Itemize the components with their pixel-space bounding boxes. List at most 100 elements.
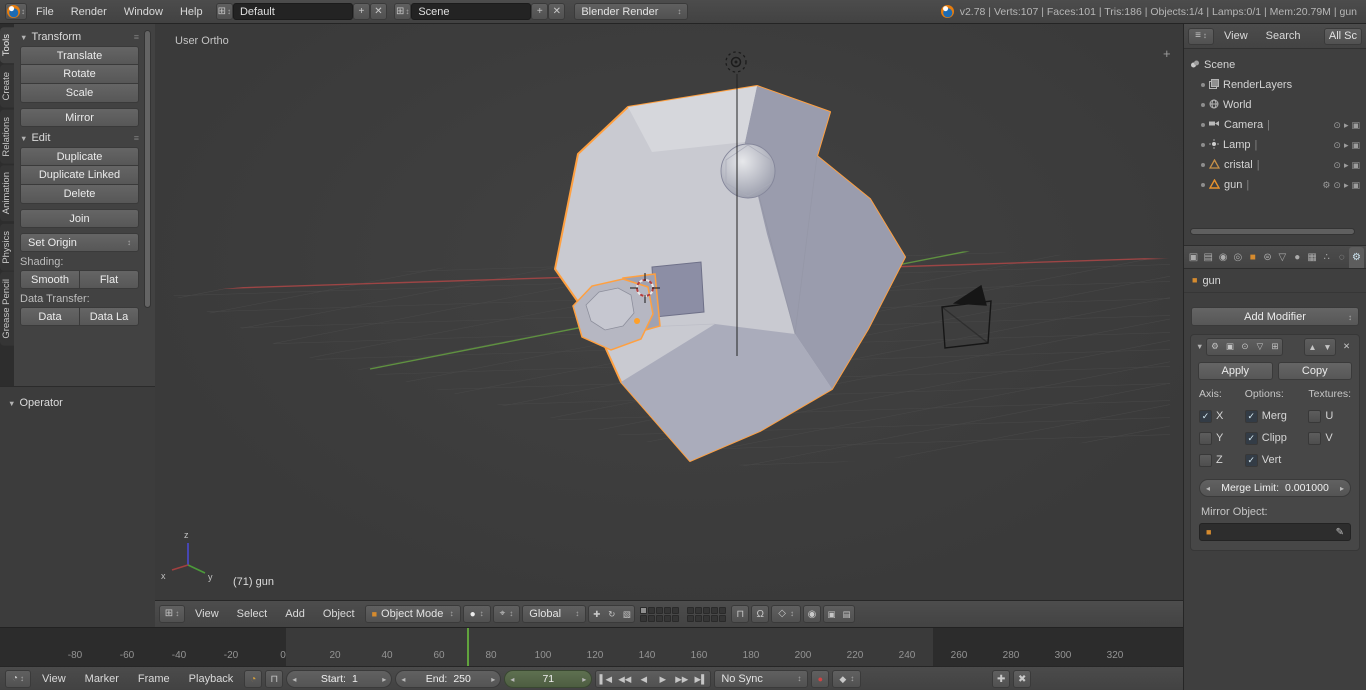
texture-u-option[interactable]: U (1308, 405, 1351, 427)
data-layout-button[interactable]: Data La (80, 307, 139, 326)
selectable-icon[interactable]: ▸ (1344, 160, 1349, 171)
editor-type-button-3dview[interactable]: ⊞ ↕ (159, 605, 185, 623)
checkbox-clipping[interactable]: ✓ (1245, 432, 1258, 445)
frame-end-field[interactable]: ◂ End: 250 ▸ (395, 670, 501, 688)
play-reverse-button[interactable]: ◀ (634, 671, 653, 687)
menu-select[interactable]: Select (229, 606, 276, 622)
delete-scene-button[interactable]: ✕ (548, 3, 565, 20)
layer-cell[interactable] (703, 615, 710, 622)
layer-cell[interactable] (648, 615, 655, 622)
outliner-scrollbar[interactable] (1190, 228, 1355, 235)
layer-cell[interactable] (719, 607, 726, 614)
lock-to-scene-button[interactable]: ⊓ (731, 605, 749, 623)
layer-cell[interactable] (664, 615, 671, 622)
layer-cell[interactable] (656, 615, 663, 622)
tab-particles[interactable]: ∴ (1319, 247, 1334, 268)
outliner-item-camera[interactable]: Camera | ⊙ ▸ ▣ (1184, 115, 1366, 135)
editor-type-button-timeline[interactable]: ◔ ↕ (5, 670, 31, 688)
shelf-tab-relations[interactable]: Relations (0, 110, 14, 164)
increment-icon[interactable]: ▸ (491, 675, 495, 684)
axis-z-option[interactable]: Z (1199, 449, 1245, 471)
timeline-ruler[interactable]: -80-60-40-200204060801001201401601802002… (0, 648, 1183, 666)
shelf-tab-create[interactable]: Create (0, 65, 14, 108)
outliner-menu-search[interactable]: Search (1258, 28, 1309, 44)
browse-layouts-button[interactable]: ⊞ ↕ (216, 3, 233, 20)
data-button[interactable]: Data (20, 307, 80, 326)
layer-cell[interactable] (711, 615, 718, 622)
copy-button[interactable]: Copy (1278, 362, 1353, 380)
modifier-render-toggle[interactable]: ▣ (1222, 339, 1237, 355)
lock-time-button[interactable]: ⊓ (265, 670, 283, 688)
renderable-icon[interactable]: ▣ (1351, 180, 1360, 191)
pivot-center-select[interactable]: ⌖ ↕ (493, 605, 521, 623)
selectable-icon[interactable]: ▸ (1344, 180, 1349, 191)
timeline-menu-view[interactable]: View (34, 671, 74, 687)
translate-button[interactable]: Translate (20, 46, 139, 65)
insert-keyframe-button[interactable]: ✚ (992, 670, 1010, 688)
renderable-icon[interactable]: ▣ (1351, 120, 1360, 131)
frame-start-field[interactable]: ◂ Start: 1 ▸ (286, 670, 392, 688)
increment-icon[interactable]: ▸ (582, 675, 586, 684)
layer-cell[interactable] (672, 607, 679, 614)
layer-cell[interactable] (648, 607, 655, 614)
expand-region-plus-icon[interactable]: + (1163, 46, 1171, 61)
layer-cell[interactable] (672, 615, 679, 622)
merge-limit-field[interactable]: ◂ Merge Limit: 0.001000 ▸ (1199, 479, 1351, 497)
sync-mode-select[interactable]: No Sync ↕ (714, 670, 808, 688)
breadcrumb-object-name[interactable]: gun (1202, 275, 1220, 287)
tab-world[interactable]: ◎ (1230, 247, 1245, 268)
browse-scenes-button[interactable]: ⊞ ↕ (394, 3, 411, 20)
scene-name-field[interactable]: Scene (411, 3, 531, 20)
opengl-render-still-button[interactable]: ▣ (824, 606, 839, 622)
translate-manipulator-button[interactable]: ✚ (589, 606, 604, 622)
renderable-icon[interactable]: ▣ (1351, 140, 1360, 151)
layer-cell[interactable] (695, 615, 702, 622)
current-frame-field[interactable]: ◂ 71 ▸ (504, 670, 592, 688)
shelf-tab-grease-pencil[interactable]: Grease Pencil (0, 272, 14, 346)
shelf-tab-tools[interactable]: Tools (0, 27, 14, 63)
snap-toggle-button[interactable]: Ω (751, 605, 769, 623)
layer-cell[interactable] (640, 615, 647, 622)
move-down-button[interactable]: ▼ (1320, 339, 1335, 355)
viewport-canvas[interactable]: z y x (155, 24, 1183, 600)
shelf-tab-physics[interactable]: Physics (0, 224, 14, 271)
outliner-item-renderlayers[interactable]: RenderLayers (1184, 75, 1366, 95)
proportional-edit-button[interactable]: ◉ (803, 605, 821, 623)
tab-constraints[interactable]: ⊜ (1260, 247, 1275, 268)
next-keyframe-button[interactable]: ▶▶ (672, 671, 691, 687)
modifier-cage-toggle[interactable]: ⊞ (1267, 339, 1282, 355)
layer-cell[interactable] (687, 615, 694, 622)
menu-file[interactable]: File (28, 4, 62, 20)
menu-render[interactable]: Render (63, 4, 115, 20)
rotate-manipulator-button[interactable]: ↻ (604, 606, 619, 622)
shelf-scrollbar[interactable] (144, 30, 151, 308)
duplicate-button[interactable]: Duplicate (20, 147, 139, 166)
outliner-item-lamp[interactable]: Lamp | ⊙ ▸ ▣ (1184, 135, 1366, 155)
layout-name-field[interactable]: Default (233, 3, 353, 20)
axis-x-option[interactable]: ✓ X (1199, 405, 1245, 427)
scale-button[interactable]: Scale (20, 84, 139, 103)
render-engine-select[interactable]: Blender Render ↕ (574, 3, 688, 20)
tab-texture[interactable]: ▦ (1305, 247, 1320, 268)
layer-cell[interactable] (656, 607, 663, 614)
layer-cell[interactable] (687, 607, 694, 614)
mode-select[interactable]: ■ Object Mode ↕ (365, 605, 461, 623)
flat-button[interactable]: Flat (80, 270, 139, 289)
menu-help[interactable]: Help (172, 4, 211, 20)
timeline-editor[interactable]: -80-60-40-200204060801001201401601802002… (0, 627, 1183, 690)
checkbox-v[interactable] (1308, 432, 1321, 445)
merge-option[interactable]: ✓ Merg (1245, 405, 1309, 427)
viewport-shading-select[interactable]: ● ↕ (463, 605, 491, 623)
drag-handle-icon[interactable]: ≡ (134, 32, 139, 42)
editor-type-button-info[interactable]: ↕ (5, 3, 27, 20)
timeline-menu-marker[interactable]: Marker (77, 671, 127, 687)
jump-to-end-button[interactable]: ▶▌ (691, 671, 710, 687)
tab-modifiers[interactable]: ⚙ (1349, 247, 1364, 268)
eye-icon[interactable]: ⊙ (1333, 160, 1341, 171)
menu-add[interactable]: Add (277, 606, 313, 622)
transform-panel-header[interactable]: ▼ Transform ≡ (20, 31, 139, 43)
add-modifier-button[interactable]: Add Modifier ↕ (1191, 307, 1359, 326)
layers-widget-group1[interactable] (640, 607, 679, 622)
texture-v-option[interactable]: V (1308, 427, 1351, 449)
delete-keyframe-button[interactable]: ✖ (1013, 670, 1031, 688)
